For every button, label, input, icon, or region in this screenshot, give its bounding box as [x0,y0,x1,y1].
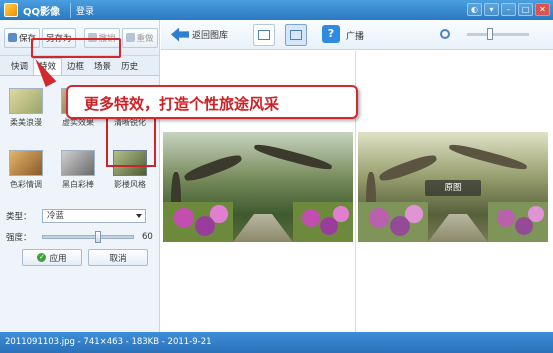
single-view-button[interactable] [253,24,275,46]
zoom-icon [440,29,450,39]
title-bar: QQ影像 登录 ◐ ▾ – □ ✕ [0,0,553,20]
strength-slider[interactable] [42,231,134,243]
app-logo-icon [4,3,18,17]
redo-button[interactable]: 重做 [121,27,158,48]
menu-button[interactable]: ▾ [484,3,499,16]
apply-button[interactable]: ✓ 应用 [22,249,82,266]
chevron-down-icon [136,214,142,218]
effect-soft-romance[interactable]: 柔美浪漫 [4,88,48,128]
tab-frames[interactable]: 边框 [62,59,89,75]
minimize-button[interactable]: – [501,3,516,16]
app-title: QQ影像 [23,6,61,18]
type-label: 类型： [6,212,32,222]
help-icon[interactable]: ? [322,25,340,43]
tab-scenes[interactable]: 场景 [89,59,116,75]
left-panel: 保存 另存为 撤销 重做 快调 特效 边框 场景 历史 柔美浪漫 虚实效果 清晰… [0,20,160,332]
strength-label: 强度： [6,233,32,243]
strength-slider-handle[interactable] [94,231,101,243]
tab-history[interactable]: 历史 [116,59,143,75]
close-button[interactable]: ✕ [535,3,550,16]
effect-color-mood[interactable]: 色彩情调 [4,150,48,190]
tab-bar: 快调 特效 边框 场景 历史 [0,56,159,76]
type-select[interactable]: 冷蓝 [42,209,146,223]
effect-thumbnail [9,88,43,114]
edited-photo [163,132,353,242]
main-area: 返回图库 ? 广播 原图 [161,20,553,332]
original-label: 原图 [425,180,481,196]
callout-text: 更多特效，打造个性旅途风采 [84,95,280,113]
arrow-left-icon [171,27,189,42]
cancel-button[interactable]: 取消 [88,249,148,266]
compare-view-icon [290,30,302,40]
window-controls: ◐ ▾ – □ ✕ [467,3,550,16]
back-to-gallery-button[interactable]: 返回图库 [171,27,228,42]
zoom-slider[interactable] [467,28,529,40]
check-icon: ✓ [37,253,47,262]
effect-thumbnail [9,150,43,176]
save-icon [8,33,17,42]
feature-callout: 更多特效，打造个性旅途风采 [66,85,358,119]
maximize-button[interactable]: □ [518,3,533,16]
redo-icon [125,33,135,42]
effect-thumbnail [61,150,95,176]
login-link[interactable]: 登录 [70,2,99,18]
tab-quick-adjust[interactable]: 快调 [6,59,33,75]
single-view-icon [258,30,270,40]
original-photo: 原图 [358,132,548,242]
strength-value: 60 [142,232,153,242]
zoom-slider-handle[interactable] [487,28,493,40]
effect-controls: 类型： 冷蓝 强度： 60 ✓ 应用 取消 [0,207,160,266]
status-bar: 2011091103.jpg - 741×463 - 183KB - 2011-… [0,332,553,353]
main-toolbar: 返回图库 ? 广播 [161,20,553,50]
skin-button[interactable]: ◐ [467,3,482,16]
effect-bw-color[interactable]: 黑白彩棒 [56,150,100,190]
tab-highlight-box [31,38,121,58]
broadcast-link[interactable]: 广播 [346,29,364,42]
compare-view-button[interactable] [285,24,307,46]
